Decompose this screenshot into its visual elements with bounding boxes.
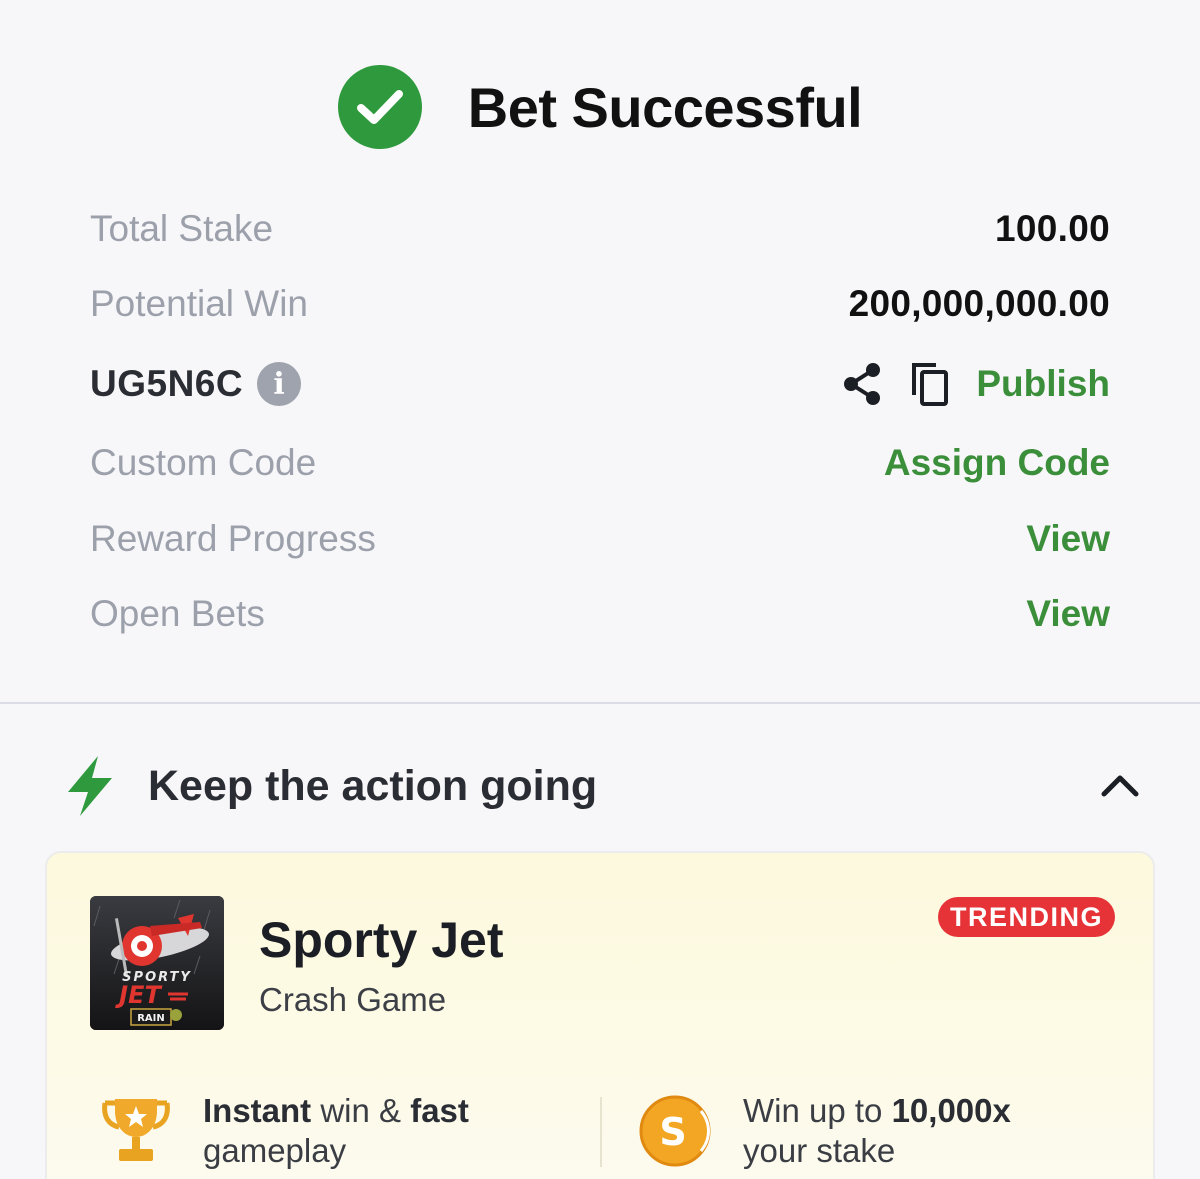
feature-1-strong-fast: fast	[410, 1092, 469, 1129]
feature-1-strong-instant: Instant	[203, 1092, 312, 1129]
feature-2-text: Win up to	[743, 1092, 892, 1129]
feature-instant-win-text: Instant win & fast gameplay	[203, 1091, 469, 1171]
feature-max-win: S Win up to 10,000x your stake	[637, 1091, 1011, 1171]
custom-code-row: Custom Code Assign Code	[90, 433, 1110, 493]
reward-progress-label: Reward Progress	[90, 518, 376, 559]
feature-separator	[600, 1097, 602, 1167]
feature-max-win-text: Win up to 10,000x your stake	[743, 1091, 1011, 1171]
thumb-rain-label: RAIN	[137, 1013, 165, 1024]
promo-section-title: Keep the action going	[148, 761, 598, 810]
reward-progress-view-button[interactable]: View	[1026, 518, 1110, 560]
total-stake-value: 100.00	[995, 208, 1110, 249]
info-icon[interactable]: i	[257, 362, 302, 406]
feature-1-text: win &	[311, 1092, 411, 1129]
open-bets-view-button[interactable]: View	[1026, 593, 1110, 635]
total-stake-row: Total Stake 100.00	[90, 199, 1110, 259]
check-circle-icon	[337, 65, 422, 149]
potential-win-label: Potential Win	[90, 283, 308, 324]
reward-progress-row: Reward Progress View	[90, 509, 1110, 569]
trending-badge: TRENDING	[938, 897, 1115, 937]
section-divider	[0, 702, 1200, 704]
booking-code-row: UG5N6C i Publish	[90, 354, 1110, 414]
copy-icon[interactable]	[910, 361, 950, 407]
game-type: Crash Game	[259, 981, 447, 1018]
feature-1-line-2: gameplay	[203, 1132, 347, 1169]
lightning-bolt-icon	[68, 756, 112, 816]
sporty-jet-thumbnail[interactable]: SPORTY JET RAIN	[90, 896, 224, 1030]
share-icon[interactable]	[840, 361, 884, 407]
promo-section-header[interactable]: Keep the action going	[62, 748, 1142, 824]
potential-win-value: 200,000,000.00	[848, 283, 1110, 324]
total-stake-label: Total Stake	[90, 208, 274, 249]
success-header: Bet Successful	[0, 62, 1200, 152]
coin-symbol: S	[659, 1110, 686, 1154]
publish-button[interactable]: Publish	[976, 363, 1110, 405]
booking-code-group: UG5N6C i	[90, 362, 302, 406]
game-name: Sporty Jet	[259, 912, 504, 968]
chevron-up-icon[interactable]	[1098, 764, 1142, 808]
coin-icon: S	[639, 1095, 711, 1167]
open-bets-label: Open Bets	[90, 593, 265, 634]
thumb-title-jet: JET	[115, 981, 162, 1009]
feature-2-strong: 10,000x	[891, 1092, 1011, 1129]
custom-code-label: Custom Code	[90, 442, 317, 483]
bet-receipt-page: Bet Successful Total Stake 100.00 Potent…	[0, 0, 1200, 1179]
page-title: Bet Successful	[467, 75, 863, 139]
game-promo-card[interactable]: SPORTY JET RAIN Sporty Jet Crash Game TR…	[45, 851, 1155, 1179]
assign-code-button[interactable]: Assign Code	[884, 442, 1110, 484]
open-bets-row: Open Bets View	[90, 584, 1110, 644]
feature-2-line-2: your stake	[743, 1132, 896, 1169]
feature-instant-win: Instant win & fast gameplay	[99, 1091, 469, 1171]
booking-code: UG5N6C	[90, 363, 244, 404]
booking-actions: Publish	[840, 361, 1110, 407]
trophy-icon	[102, 1099, 170, 1161]
potential-win-row: Potential Win 200,000,000.00	[90, 274, 1110, 334]
